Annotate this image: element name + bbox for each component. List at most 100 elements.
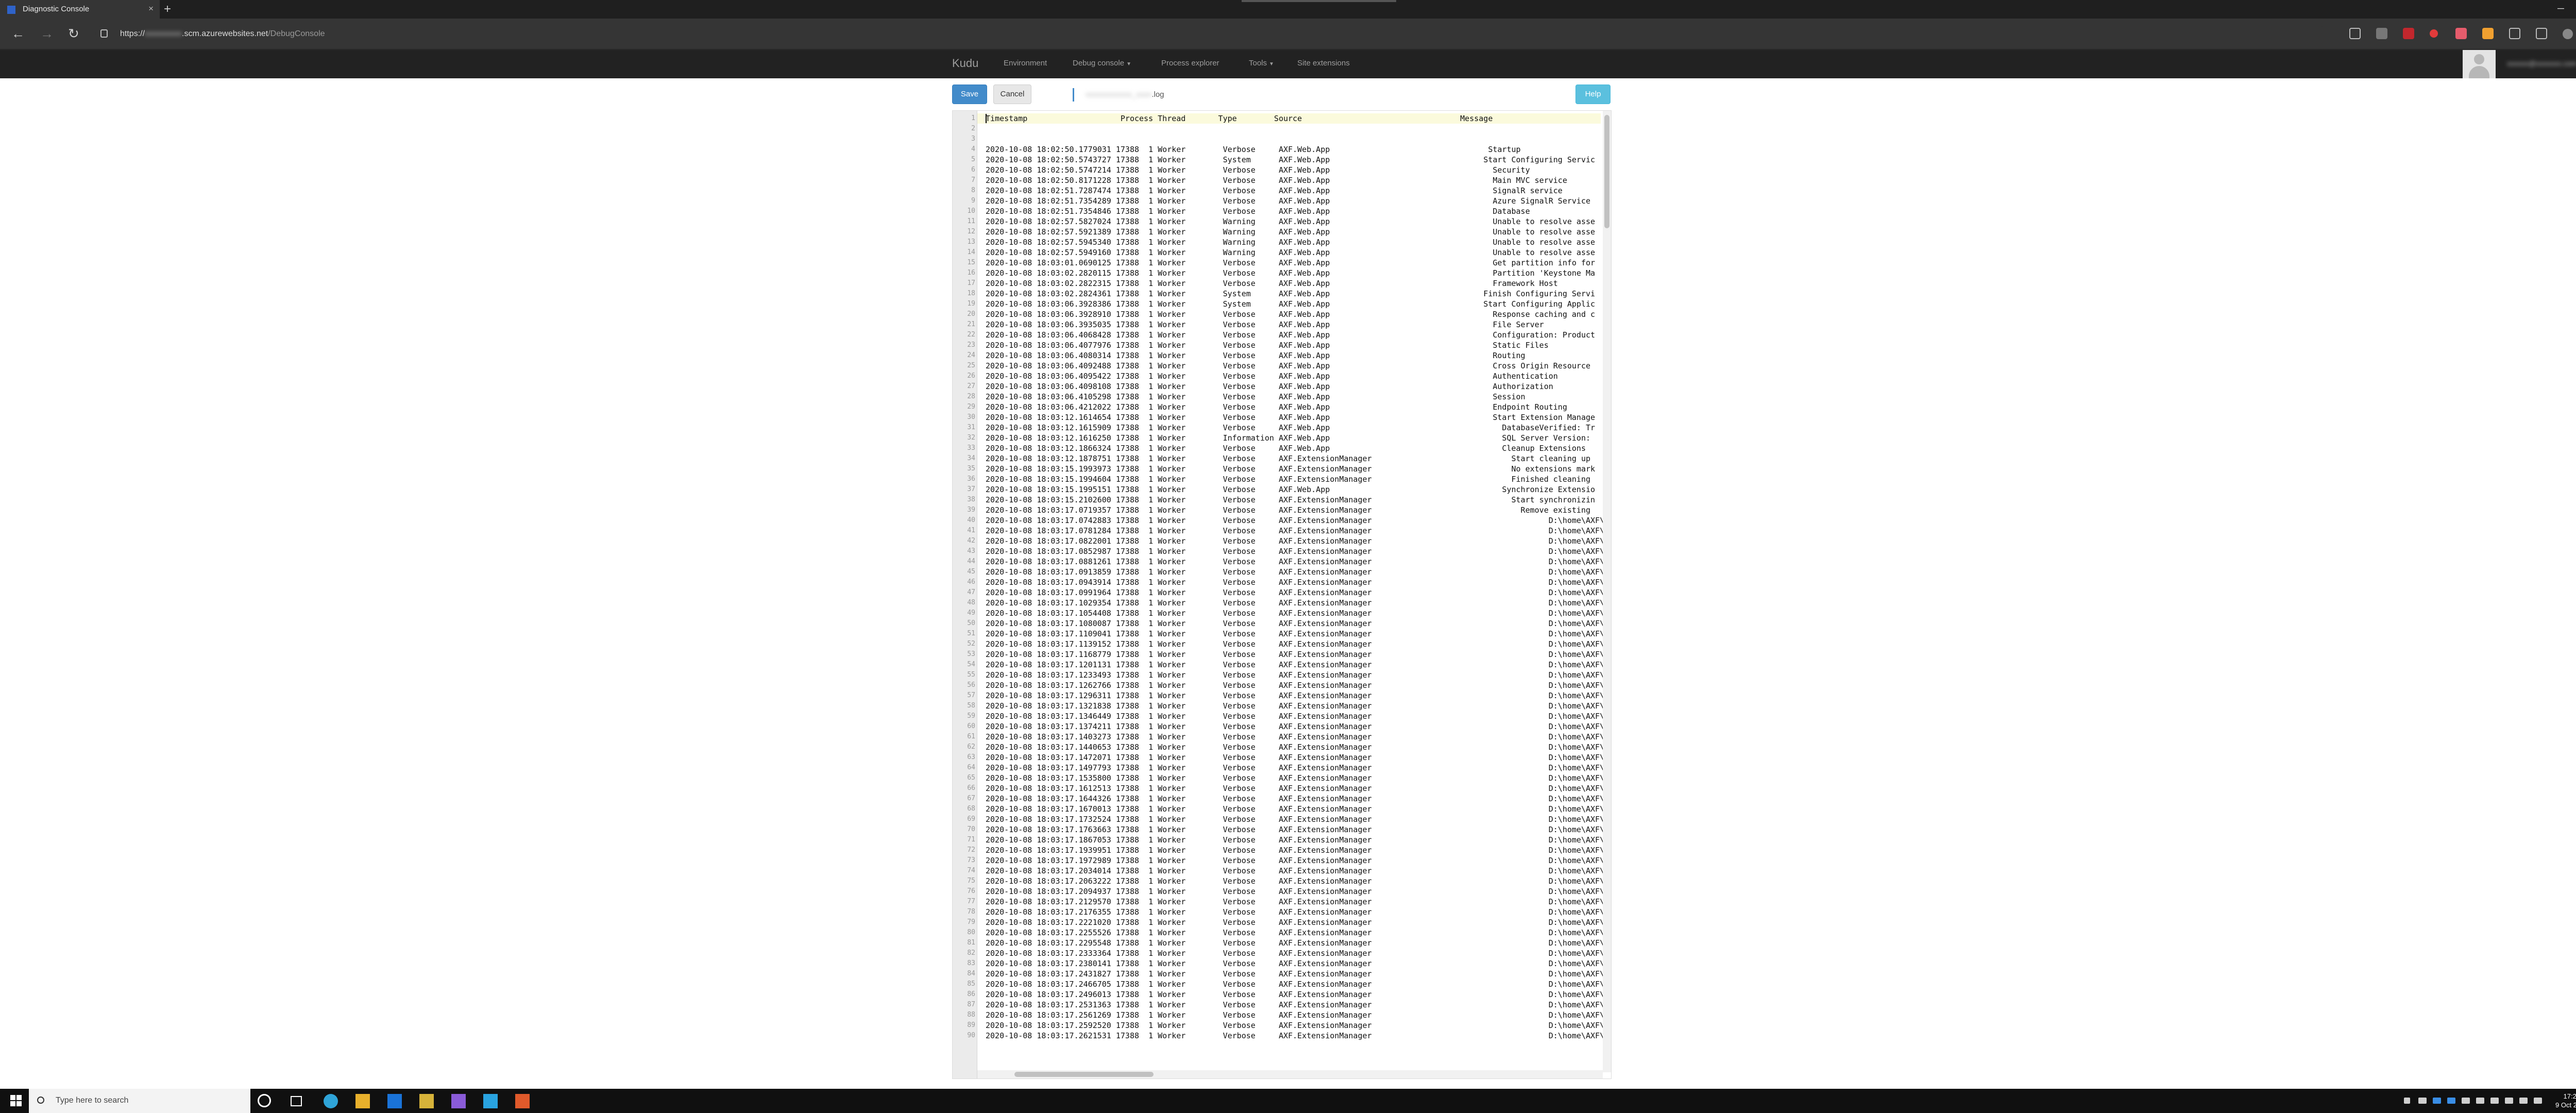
log-line: 2020-10-08 18:03:17.1867053 17388 1 Work…	[986, 835, 1612, 845]
azure-app-icon[interactable]	[483, 1094, 498, 1108]
keyboard-icon[interactable]	[2534, 1098, 2542, 1104]
tray-app-icon[interactable]	[2462, 1098, 2470, 1104]
line-number: 40	[967, 516, 975, 524]
extension-pink-icon[interactable]	[2455, 28, 2467, 39]
minimize-icon[interactable]: ─	[2557, 3, 2564, 14]
line-number: 73	[967, 856, 975, 864]
file-explorer-icon[interactable]	[355, 1094, 370, 1108]
help-button[interactable]: Help	[1575, 85, 1611, 104]
horizontal-scroll-thumb[interactable]	[1014, 1072, 1154, 1077]
nav-site-extensions[interactable]: Site extensions	[1297, 59, 1350, 68]
vertical-scrollbar[interactable]	[1603, 111, 1611, 1072]
line-number: 49	[967, 609, 975, 617]
browser-tab-bar: Diagnostic Console × + ─ ❐ ✕	[0, 0, 2576, 19]
extension-red-icon[interactable]	[2403, 28, 2414, 39]
cortana-icon[interactable]	[258, 1094, 271, 1107]
tray-security-icon[interactable]	[2418, 1098, 2427, 1104]
reload-icon[interactable]: ↻	[68, 26, 79, 42]
taskbar-search-box[interactable]: Type here to search	[29, 1089, 250, 1113]
log-line: 2020-10-08 18:03:17.2466705 17388 1 Work…	[986, 980, 1612, 989]
extension-dot-icon[interactable]	[2430, 29, 2438, 38]
editing-filename: xxxxxxxxxxxx_xxxx.log	[1073, 88, 1164, 102]
network-icon[interactable]	[2505, 1098, 2513, 1104]
text-cursor	[986, 114, 987, 123]
line-number: 4	[971, 145, 975, 153]
clock[interactable]: 17:27 9 Oct 2020	[2555, 1092, 2576, 1109]
line-number: 82	[967, 949, 975, 957]
sticky-app-icon[interactable]	[419, 1094, 434, 1108]
browser-tab-diagnostic-console[interactable]: Diagnostic Console ×	[0, 0, 160, 19]
line-number: 13	[967, 238, 975, 246]
line-number: 1	[971, 114, 975, 122]
line-number: 87	[967, 1001, 975, 1008]
onedrive-icon[interactable]	[2433, 1098, 2441, 1104]
log-line: 2020-10-08 18:03:17.1139152 17388 1 Work…	[986, 639, 1612, 649]
collections-2-icon[interactable]	[2536, 28, 2547, 39]
log-line: 2020-10-08 18:02:50.8171228 17388 1 Work…	[986, 176, 1567, 185]
save-button[interactable]: Save	[952, 85, 987, 104]
vertical-scroll-thumb[interactable]	[1604, 115, 1609, 228]
nav-debug-console[interactable]: Debug console ▼	[1073, 59, 1131, 68]
log-line: 2020-10-08 18:03:17.2094937 17388 1 Work…	[986, 887, 1612, 896]
edge-icon[interactable]	[324, 1094, 338, 1108]
line-number: 83	[967, 959, 975, 967]
volume-icon[interactable]	[2519, 1098, 2528, 1104]
nav-environment[interactable]: Environment	[1004, 59, 1047, 68]
log-line: 2020-10-08 18:03:17.1296311 17388 1 Work…	[986, 691, 1612, 700]
log-line: 2020-10-08 18:03:17.2431827 17388 1 Work…	[986, 969, 1612, 979]
forward-icon[interactable]: →	[40, 26, 54, 42]
caret-down-icon: ▼	[1269, 61, 1274, 67]
line-number: 42	[967, 537, 975, 545]
line-number: 35	[967, 465, 975, 473]
tray-chevron-icon[interactable]	[2404, 1098, 2410, 1104]
line-number: 56	[967, 681, 975, 689]
line-number: 20	[967, 310, 975, 318]
onedrive-2-icon[interactable]	[2447, 1098, 2455, 1104]
battery-icon[interactable]	[2490, 1098, 2499, 1104]
collections-icon[interactable]	[2376, 28, 2387, 39]
log-line: 2020-10-08 18:03:06.4092488 17388 1 Work…	[986, 361, 1590, 370]
log-line: 2020-10-08 18:03:17.1262766 17388 1 Work…	[986, 681, 1612, 690]
favorites-icon[interactable]	[2509, 28, 2520, 39]
extension-orange-icon[interactable]	[2482, 28, 2494, 39]
new-tab-icon[interactable]: +	[164, 2, 171, 16]
clock-time: 17:27	[2563, 1092, 2576, 1100]
log-line: 2020-10-08 18:03:17.1346449 17388 1 Work…	[986, 712, 1612, 721]
log-line: 2020-10-08 18:03:17.1535800 17388 1 Work…	[986, 773, 1612, 783]
log-line: 2020-10-08 18:03:17.1029354 17388 1 Work…	[986, 598, 1612, 608]
line-number: 70	[967, 825, 975, 833]
address-bar[interactable]: https://xxxxxxxxx.scm.azurewebsites.net/…	[95, 25, 2326, 44]
orange-app-icon[interactable]	[515, 1094, 530, 1108]
code-editor[interactable]: 1 2 3 4 5 6 7 8 9 10 11 12 13 14 15 16 17 18 19 20 21 22 23 24 2…	[952, 110, 1612, 1079]
tray-app-2-icon[interactable]	[2476, 1098, 2484, 1104]
outlook-icon[interactable]	[387, 1094, 402, 1108]
log-line: 2020-10-08 18:03:12.1616250 17388 1 Work…	[986, 433, 1590, 443]
line-number: 38	[967, 496, 975, 503]
avatar[interactable]	[2463, 50, 2496, 78]
kudu-favicon-icon	[7, 6, 15, 14]
log-line: 2020-10-08 18:03:17.2561269 17388 1 Work…	[986, 1010, 1612, 1020]
nav-tools[interactable]: Tools ▼	[1249, 59, 1274, 68]
back-icon[interactable]: ←	[11, 26, 25, 42]
line-number: 61	[967, 733, 975, 740]
nav-process-explorer[interactable]: Process explorer	[1161, 59, 1219, 68]
star-icon[interactable]	[2349, 28, 2361, 39]
windows-start-icon[interactable]	[10, 1095, 22, 1106]
line-number: 46	[967, 578, 975, 586]
log-line: 2020-10-08 18:03:15.1994604 17388 1 Work…	[986, 475, 1590, 484]
tab-close-icon[interactable]: ×	[148, 4, 154, 14]
line-number: 58	[967, 702, 975, 710]
line-number: 84	[967, 970, 975, 977]
task-view-icon[interactable]	[291, 1096, 302, 1106]
line-number: 7	[971, 176, 975, 184]
line-number: 17	[967, 279, 975, 287]
log-line: 2020-10-08 18:03:06.3935035 17388 1 Work…	[986, 320, 1544, 329]
profile-icon[interactable]	[2563, 29, 2573, 39]
line-number: 86	[967, 990, 975, 998]
kudu-brand[interactable]: Kudu	[952, 57, 978, 70]
log-line: 2020-10-08 18:03:17.1472071 17388 1 Work…	[986, 753, 1612, 762]
cancel-button[interactable]: Cancel	[993, 85, 1031, 104]
purple-app-icon[interactable]	[451, 1094, 466, 1108]
line-number: 28	[967, 393, 975, 400]
log-line: 2020-10-08 18:03:17.1109041 17388 1 Work…	[986, 629, 1612, 638]
